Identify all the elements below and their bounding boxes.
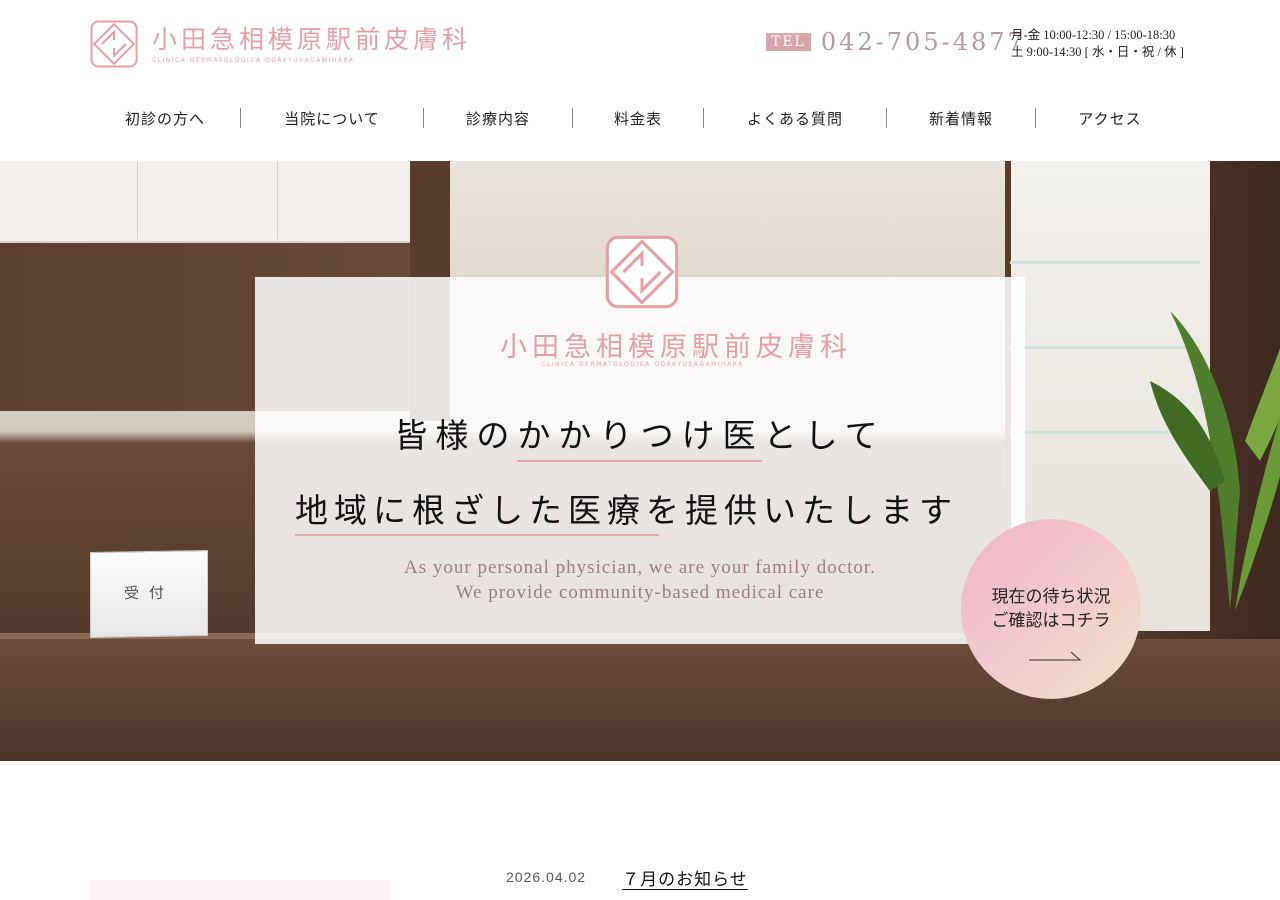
wait-status-button[interactable]: 現在の待ち状況 ご確認はコチラ <box>961 519 1141 699</box>
card-logo-name-ja: 小田急相模原駅前皮膚科 <box>500 332 852 363</box>
hero-bg-cabinet-door <box>0 161 138 239</box>
nav-item-first-visit[interactable]: 初診の方へ <box>90 108 240 129</box>
reception-sign-text: 受付 <box>123 583 174 603</box>
opening-hours: 月-金 10:00-12:30 / 15:00-18:30 土 9:00-14:… <box>1011 27 1184 61</box>
side-panel <box>90 880 390 900</box>
phone-contact[interactable]: TEL 042-705-4877 <box>766 28 1026 56</box>
hero-section: 受付 小田急相模原駅前皮膚科 CLINICA DERMATOLOGICA ODA… <box>0 161 1280 761</box>
tel-label: TEL <box>766 33 811 51</box>
nav-item-treatments[interactable]: 診療内容 <box>424 108 572 129</box>
reception-sign: 受付 <box>90 549 208 639</box>
hours-weekday: 月-金 10:00-12:30 / 15:00-18:30 <box>1011 28 1176 42</box>
logo-name-en: CLINICA DERMATOLOGICA ODAKYUSAGAMIHARA <box>152 56 355 64</box>
hero-bg-cabinet-door <box>280 161 418 239</box>
hero-subtitle-en-line2: We provide community-based medical care <box>455 582 825 603</box>
news-date: 2026.04.02 <box>506 869 587 885</box>
hero-headline-2: 地域に根ざした医療を提供いたします <box>295 491 958 530</box>
plant-decoration-icon <box>1150 311 1280 611</box>
wait-status-line2: ご確認はコチラ <box>991 611 1111 631</box>
logo-name-ja: 小田急相模原駅前皮膚科 <box>152 24 472 54</box>
hero-subtitle-en-line1: As your personal physician, we are your … <box>404 557 876 578</box>
arrow-right-icon <box>1029 651 1081 661</box>
nav-item-access[interactable]: アクセス <box>1036 108 1184 129</box>
hero-bg-cabinet-door <box>140 161 278 239</box>
logo-mark-icon <box>90 20 138 68</box>
site-logo[interactable]: 小田急相模原駅前皮膚科 CLINICA DERMATOLOGICA ODAKYU… <box>90 20 467 68</box>
wait-status-line1: 現在の待ち状況 <box>991 587 1111 607</box>
hero-headline-1: 皆様のかかりつけ医として <box>394 416 886 455</box>
nav-item-pricing[interactable]: 料金表 <box>573 108 703 129</box>
wait-status-text: 現在の待ち状況 ご確認はコチラ <box>961 585 1141 633</box>
hero-subtitle-en: As your personal physician, we are your … <box>255 555 1025 605</box>
nav-item-news[interactable]: 新着情報 <box>887 108 1035 129</box>
news-item: 2026.04.02 ７月のお知らせ <box>506 864 748 890</box>
tel-number[interactable]: 042-705-4877 <box>821 28 1026 56</box>
logo-text: 小田急相模原駅前皮膚科 CLINICA DERMATOLOGICA ODAKYU… <box>152 25 471 64</box>
hours-saturday: 土 9:00-14:30 [ 水・日・祝 / 休 ] <box>1011 45 1184 59</box>
headline-underline <box>517 460 762 462</box>
logo-mark-icon <box>605 235 679 309</box>
hero-message-card: 小田急相模原駅前皮膚科 CLINICA DERMATOLOGICA ODAKYU… <box>255 235 1025 644</box>
site-header: 小田急相模原駅前皮膚科 CLINICA DERMATOLOGICA ODAKYU… <box>0 0 1280 95</box>
global-nav: 初診の方へ 当院について 診療内容 料金表 よくある質問 新着情報 アクセス <box>90 100 1190 136</box>
headline-underline <box>295 534 659 536</box>
hero-bg-cabinet <box>0 161 440 243</box>
nav-item-about[interactable]: 当院について <box>241 108 423 129</box>
card-logo-name-en: CLINICA DERMATOLOGICA ODAKYUSAGAMIHARA <box>541 361 744 368</box>
news-title-link[interactable]: ７月のお知らせ <box>622 865 748 890</box>
nav-item-faq[interactable]: よくある質問 <box>704 108 886 129</box>
